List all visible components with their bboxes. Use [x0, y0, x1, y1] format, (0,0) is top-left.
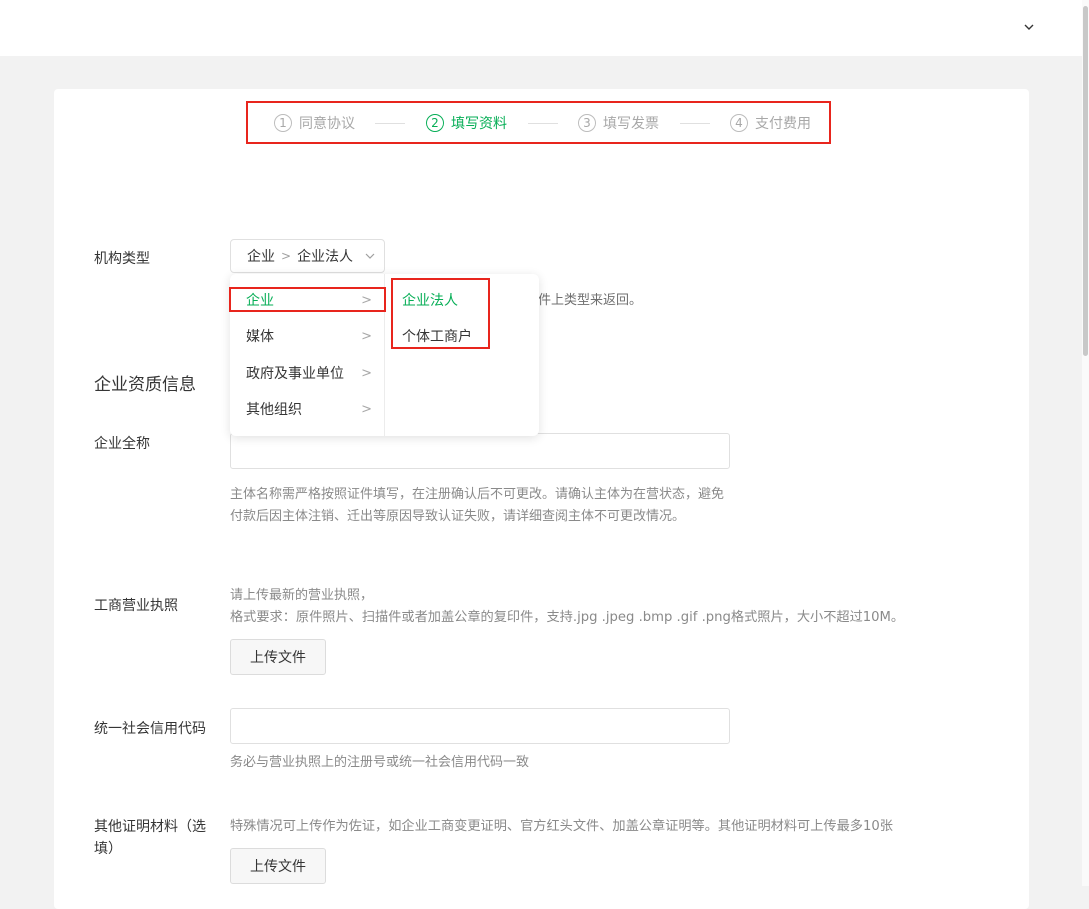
license-upload-button[interactable]: 上传文件: [230, 639, 326, 675]
dropdown-annotation-box-2: [391, 278, 490, 349]
dropdown-item-label: 政府及事业单位: [246, 366, 344, 382]
step-number: 4: [730, 114, 748, 132]
step-label: 填写资料: [451, 116, 507, 132]
chevron-down-icon: [365, 253, 375, 259]
chevron-down-icon[interactable]: [1022, 20, 1036, 34]
step-agree: 1 同意协议: [274, 112, 355, 134]
org-type-cascader[interactable]: 企业 > 企业法人: [230, 239, 385, 273]
cascader-level1-value: 企业: [247, 249, 275, 265]
company-name-input[interactable]: [230, 433, 730, 469]
step-invoice: 3 填写发票: [578, 112, 659, 134]
chevron-right-icon: >: [361, 365, 372, 381]
company-name-desc: 主体名称需严格按照证件填写，在注册确认后不可更改。请确认主体为在营状态，避免付款…: [230, 487, 725, 524]
top-header: [0, 0, 1083, 56]
step-label: 支付费用: [755, 116, 811, 132]
chevron-right-icon: >: [361, 328, 372, 344]
scrollbar-thumb[interactable]: [1083, 6, 1088, 356]
chevron-right-icon: >: [361, 401, 372, 417]
step-number: 3: [578, 114, 596, 132]
license-desc-1: 请上传最新的营业执照，: [230, 588, 374, 603]
dropdown-item-government[interactable]: 政府及事业单位 >: [246, 355, 372, 391]
dropdown-item-other-org[interactable]: 其他组织 >: [246, 391, 372, 427]
section-title: 企业资质信息: [94, 375, 196, 395]
license-label: 工商营业执照: [94, 598, 178, 614]
step-label: 同意协议: [299, 116, 355, 132]
cascader-level2-value: 企业法人: [297, 249, 354, 265]
dropdown-item-label: 其他组织: [246, 402, 302, 418]
step-connector: [680, 123, 710, 124]
step-fill-info: 2 填写资料: [426, 112, 507, 134]
step-number: 1: [274, 114, 292, 132]
step-payment: 4 支付费用: [730, 112, 811, 134]
other-materials-desc: 特殊情况可上传作为佐证，如企业工商变更证明、官方红头文件、加盖公章证明等。其他证…: [230, 819, 893, 834]
license-desc-2: 格式要求：原件照片、扫描件或者加盖公章的复印件，支持.jpg .jpeg .bm…: [230, 610, 905, 625]
step-connector: [528, 123, 558, 124]
other-upload-button[interactable]: 上传文件: [230, 848, 326, 884]
step-label: 填写发票: [603, 116, 659, 132]
step-connector: [375, 123, 405, 124]
dropdown-annotation-box-1: [229, 287, 386, 312]
credit-code-desc: 务必与营业执照上的注册号或统一社会信用代码一致: [230, 755, 530, 770]
dropdown-item-label: 媒体: [246, 329, 274, 345]
org-type-hint: 件上类型来返回。: [538, 293, 643, 308]
credit-code-label: 统一社会信用代码: [94, 721, 206, 737]
step-number: 2: [426, 114, 444, 132]
other-materials-label-line2: 填）: [94, 841, 122, 857]
cascader-separator: >: [281, 249, 292, 263]
other-materials-label-line1: 其他证明材料（选: [94, 819, 206, 835]
company-name-label: 企业全称: [94, 436, 150, 452]
credit-code-input[interactable]: [230, 708, 730, 744]
dropdown-item-media[interactable]: 媒体 >: [246, 318, 372, 354]
org-type-label: 机构类型: [94, 251, 150, 267]
